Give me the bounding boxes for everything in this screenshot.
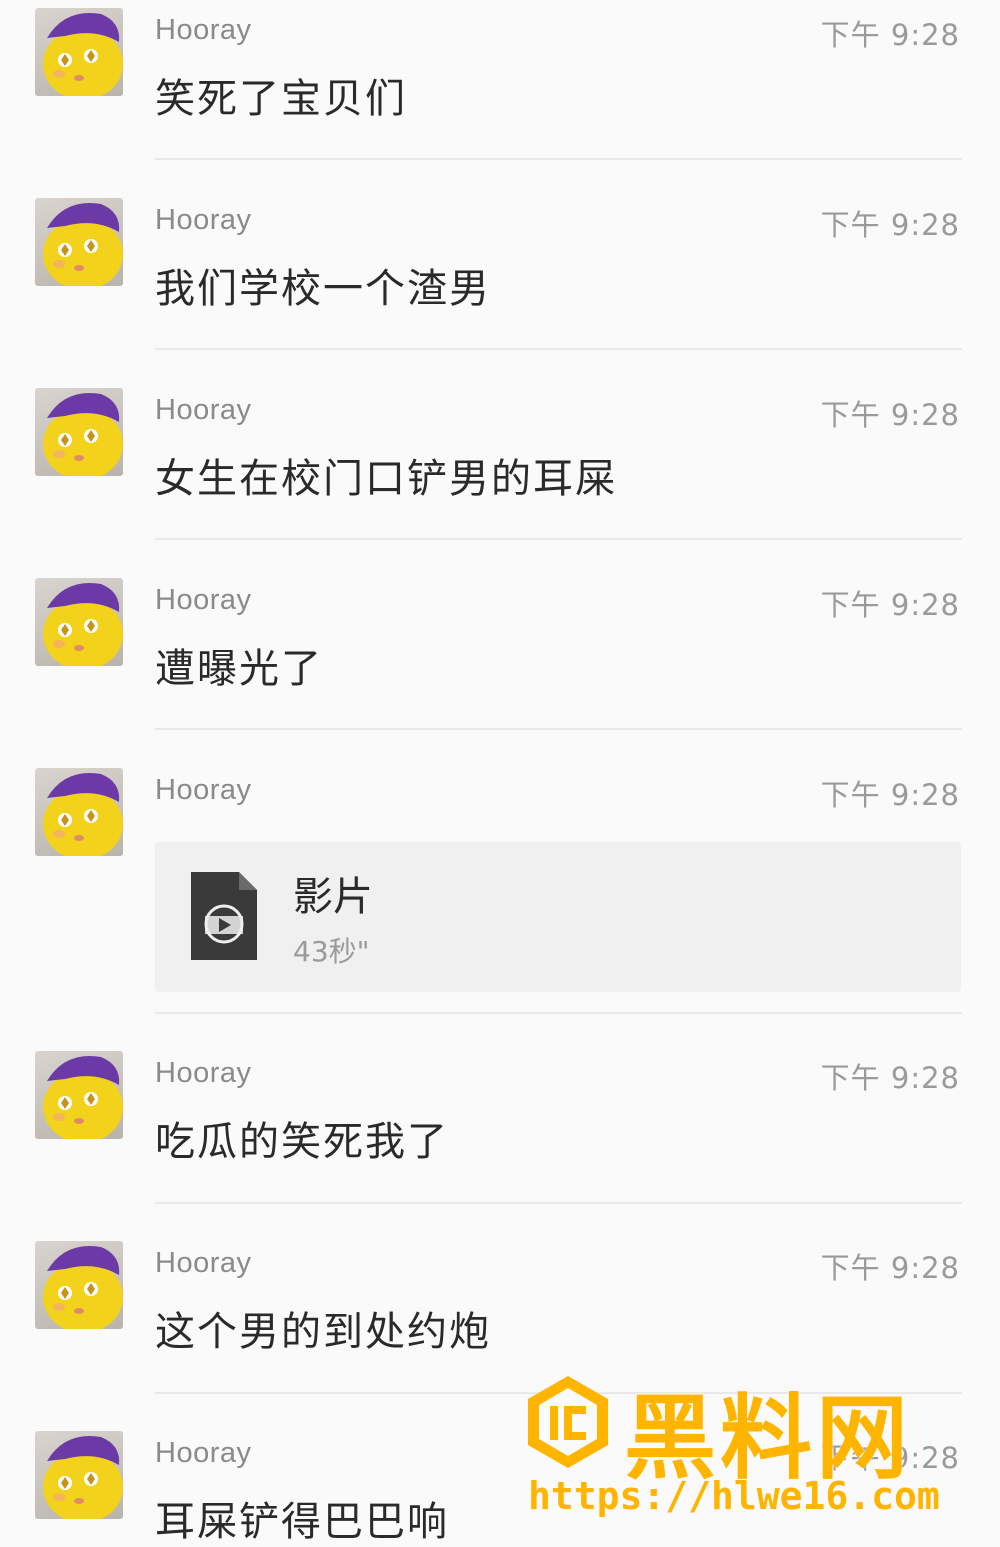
avatar[interactable] — [35, 1241, 123, 1329]
message-time: 下午 9:28 — [820, 398, 960, 432]
sender-name: Hooray — [155, 1247, 252, 1279]
message-text: 女生在校门口铲男的耳屎 — [155, 456, 617, 502]
message-text: 这个男的到处约炮 — [155, 1309, 491, 1355]
divider — [155, 538, 962, 540]
message-item[interactable]: Hooray 下午 9:28 笑死了宝贝们 — [0, 0, 1000, 160]
file-duration: 43秒" — [293, 935, 370, 968]
message-item[interactable]: Hooray 下午 9:28 女生在校门口铲男的耳屎 — [0, 380, 1000, 540]
sender-name: Hooray — [155, 774, 252, 806]
avatar[interactable] — [35, 388, 123, 476]
message-time: 下午 9:28 — [820, 1061, 960, 1095]
message-item[interactable]: Hooray 下午 9:28 吃瓜的笑死我了 — [0, 1043, 1000, 1203]
message-text: 笑死了宝贝们 — [155, 76, 407, 122]
message-text: 吃瓜的笑死我了 — [155, 1119, 449, 1165]
message-time: 下午 9:28 — [820, 1251, 960, 1285]
divider — [155, 348, 962, 350]
sender-name: Hooray — [155, 394, 252, 426]
divider — [155, 728, 962, 730]
message-time: 下午 9:28 — [820, 18, 960, 52]
divider — [155, 1012, 962, 1014]
avatar[interactable] — [35, 1051, 123, 1139]
watermark-logo-icon — [522, 1372, 614, 1472]
video-file-card[interactable]: 影片 43秒" — [155, 842, 961, 992]
avatar[interactable] — [35, 578, 123, 666]
watermark: 黑料网 https://hlwe16.com — [522, 1370, 972, 1530]
message-item[interactable]: Hooray 下午 9:28 影片 43秒" — [0, 760, 1000, 1010]
video-file-icon — [191, 872, 257, 960]
message-time: 下午 9:28 — [820, 778, 960, 812]
divider — [155, 158, 962, 160]
divider — [155, 1202, 962, 1204]
avatar[interactable] — [35, 8, 123, 96]
message-text: 我们学校一个渣男 — [155, 266, 491, 312]
message-item[interactable]: Hooray 下午 9:28 我们学校一个渣男 — [0, 190, 1000, 350]
watermark-url: https://hlwe16.com — [528, 1474, 940, 1518]
sender-name: Hooray — [155, 1437, 252, 1469]
message-text: 耳屎铲得巴巴响 — [155, 1499, 449, 1545]
message-time: 下午 9:28 — [820, 208, 960, 242]
sender-name: Hooray — [155, 584, 252, 616]
avatar[interactable] — [35, 198, 123, 286]
message-text: 遭曝光了 — [155, 646, 323, 692]
message-time: 下午 9:28 — [820, 588, 960, 622]
avatar[interactable] — [35, 768, 123, 856]
file-name: 影片 — [293, 874, 373, 920]
sender-name: Hooray — [155, 14, 252, 46]
avatar[interactable] — [35, 1431, 123, 1519]
sender-name: Hooray — [155, 204, 252, 236]
message-item[interactable]: Hooray 下午 9:28 遭曝光了 — [0, 570, 1000, 730]
sender-name: Hooray — [155, 1057, 252, 1089]
